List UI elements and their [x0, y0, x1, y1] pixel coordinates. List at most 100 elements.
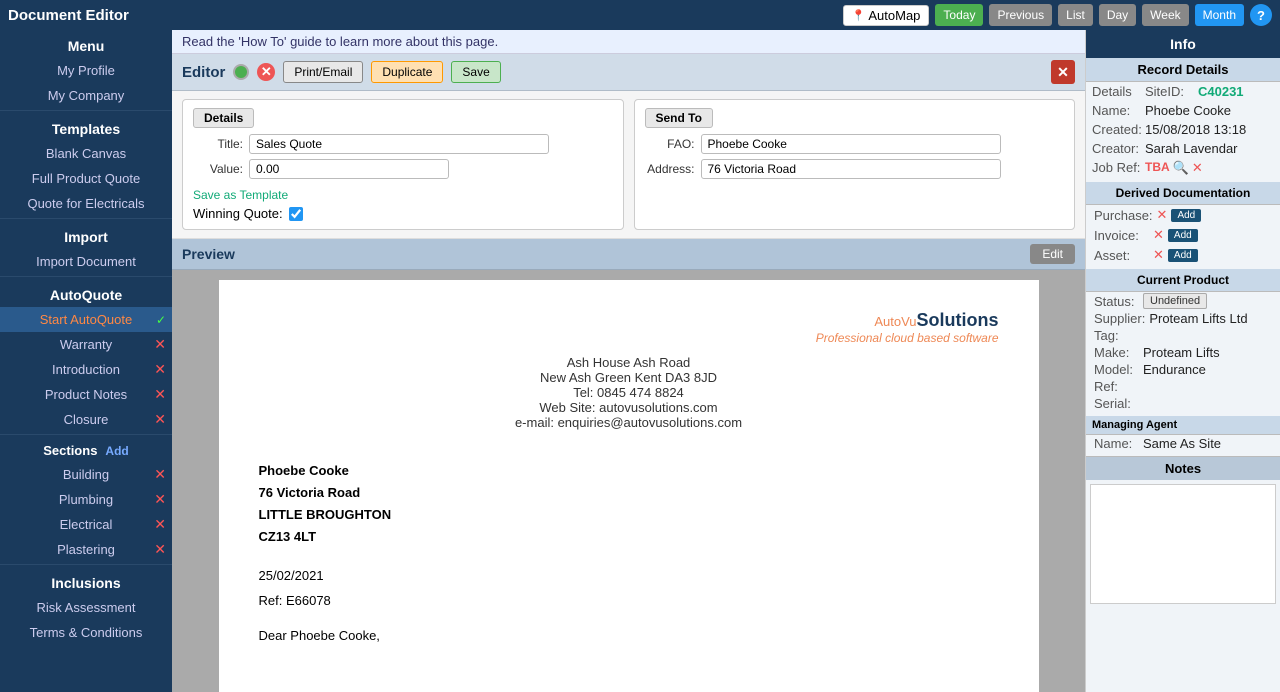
make-value: Proteam Lifts — [1143, 345, 1220, 360]
remove-icon[interactable]: ✕ — [154, 541, 166, 558]
notes-area[interactable] — [1090, 484, 1276, 604]
siteid-label: SiteID: — [1145, 84, 1195, 99]
month-button[interactable]: Month — [1195, 4, 1244, 26]
cancel-icon[interactable]: ✕ — [257, 63, 275, 81]
sidebar-item-blank-canvas[interactable]: Blank Canvas — [0, 141, 172, 166]
remove-icon[interactable]: ✕ — [154, 491, 166, 508]
job-ref-clear-icon[interactable]: ✕ — [1192, 160, 1203, 176]
duplicate-button[interactable]: Duplicate — [371, 61, 443, 83]
preview-label: Preview — [182, 246, 235, 262]
sidebar-item-import-document[interactable]: Import Document — [0, 249, 172, 274]
address-label: Address: — [645, 162, 695, 176]
winning-quote-row: Winning Quote: — [193, 206, 613, 221]
preview-header: Preview Edit — [172, 239, 1085, 270]
address-input[interactable] — [701, 159, 1001, 179]
notes-title: Notes — [1086, 456, 1280, 480]
purchase-add-button[interactable]: Add — [1171, 209, 1201, 222]
divider — [0, 564, 172, 565]
sidebar: Menu My Profile My Company Templates Bla… — [0, 30, 172, 692]
serial-label: Serial: — [1094, 396, 1139, 411]
print-email-button[interactable]: Print/Email — [283, 61, 363, 83]
divider — [0, 218, 172, 219]
preview-scroll[interactable]: AutoVuSolutions Professional cloud based… — [172, 270, 1085, 692]
status-green-dot — [233, 64, 249, 80]
info-panel-header: Info — [1086, 30, 1280, 58]
sidebar-item-my-profile[interactable]: My Profile — [0, 58, 172, 83]
remove-icon[interactable]: ✕ — [154, 411, 166, 428]
help-button[interactable]: ? — [1250, 4, 1272, 26]
templates-title: Templates — [0, 113, 172, 141]
sidebar-item-introduction[interactable]: Introduction ✕ — [0, 357, 172, 382]
asset-add-button[interactable]: Add — [1168, 249, 1198, 262]
creator-value: Sarah Lavendar — [1145, 141, 1238, 156]
created-value: 15/08/2018 13:18 — [1145, 122, 1246, 137]
today-button[interactable]: Today — [935, 4, 983, 26]
sidebar-item-warranty[interactable]: Warranty ✕ — [0, 332, 172, 357]
asset-x-icon[interactable]: ✕ — [1153, 247, 1164, 263]
edit-button[interactable]: Edit — [1030, 244, 1075, 264]
value-input[interactable] — [249, 159, 449, 179]
page-title: Document Editor — [8, 7, 837, 24]
week-button[interactable]: Week — [1142, 4, 1188, 26]
save-button[interactable]: Save — [451, 61, 500, 83]
divider — [0, 276, 172, 277]
save-as-template-link[interactable]: Save as Template — [193, 188, 288, 202]
fao-label: FAO: — [645, 137, 695, 151]
title-input[interactable] — [249, 134, 549, 154]
fao-input[interactable] — [701, 134, 1001, 154]
close-editor-button[interactable]: ✕ — [1051, 60, 1075, 84]
job-ref-search-icon[interactable]: 🔍 — [1173, 160, 1189, 176]
managing-name-value: Same As Site — [1143, 436, 1221, 451]
sidebar-item-plumbing[interactable]: Plumbing ✕ — [0, 487, 172, 512]
recipient-addr2: LITTLE BROUGHTON — [259, 504, 999, 526]
sidebar-item-my-company[interactable]: My Company — [0, 83, 172, 108]
logo-auto-text: AutoVu — [874, 314, 916, 329]
sidebar-item-terms-conditions[interactable]: Terms & Conditions — [0, 620, 172, 645]
status-label: Status: — [1094, 294, 1139, 309]
ref-label: Ref: — [1094, 379, 1139, 394]
sidebar-item-plastering[interactable]: Plastering ✕ — [0, 537, 172, 562]
company-info: Ash House Ash Road New Ash Green Kent DA… — [259, 355, 999, 430]
automap-button[interactable]: 📍 AutoMap — [843, 5, 930, 26]
remove-icon[interactable]: ✕ — [154, 516, 166, 533]
title-label: Title: — [193, 137, 243, 151]
status-value: Undefined — [1143, 293, 1207, 309]
recipient-name: Phoebe Cooke — [259, 460, 999, 482]
remove-icon[interactable]: ✕ — [154, 361, 166, 378]
job-ref-label: Job Ref: — [1092, 160, 1142, 176]
remove-icon[interactable]: ✕ — [154, 386, 166, 403]
purchase-x-icon[interactable]: ✕ — [1157, 207, 1168, 223]
product-row-make: Make: Proteam Lifts — [1086, 344, 1280, 361]
product-row-supplier: Supplier: Proteam Lifts Ltd — [1086, 310, 1280, 327]
product-row-ref: Ref: — [1086, 378, 1280, 395]
sidebar-item-full-product-quote[interactable]: Full Product Quote — [0, 166, 172, 191]
previous-button[interactable]: Previous — [989, 4, 1052, 26]
remove-icon[interactable]: ✕ — [154, 466, 166, 483]
invoice-x-icon[interactable]: ✕ — [1153, 227, 1164, 243]
add-section-link[interactable]: Add — [105, 444, 128, 458]
sidebar-item-electrical[interactable]: Electrical ✕ — [0, 512, 172, 537]
sidebar-item-start-autoquote[interactable]: Start AutoQuote ✓ — [0, 307, 172, 332]
supplier-value: Proteam Lifts Ltd — [1149, 311, 1247, 326]
details-box-title: Details — [193, 108, 254, 128]
record-row-details-siteid: Details SiteID: C40231 — [1086, 82, 1280, 101]
main-layout: Menu My Profile My Company Templates Bla… — [0, 30, 1280, 692]
sidebar-item-closure[interactable]: Closure ✕ — [0, 407, 172, 432]
doc-logo-row: AutoVuSolutions Professional cloud based… — [259, 310, 999, 345]
derived-row-asset: Asset: ✕ Add — [1086, 245, 1280, 265]
winning-quote-checkbox[interactable] — [289, 207, 303, 221]
product-row-status: Status: Undefined — [1086, 292, 1280, 310]
job-ref-value: TBA — [1145, 160, 1170, 176]
day-button[interactable]: Day — [1099, 4, 1136, 26]
company-web: Web Site: autovusolutions.com — [259, 400, 999, 415]
info-hint: Read the 'How To' guide to learn more ab… — [172, 30, 1085, 54]
doc-date: 25/02/2021 — [259, 568, 999, 583]
inclusions-title: Inclusions — [0, 567, 172, 595]
list-button[interactable]: List — [1058, 4, 1093, 26]
remove-icon[interactable]: ✕ — [154, 336, 166, 353]
sidebar-item-building[interactable]: Building ✕ — [0, 462, 172, 487]
sidebar-item-product-notes[interactable]: Product Notes ✕ — [0, 382, 172, 407]
sidebar-item-quote-electricals[interactable]: Quote for Electricals — [0, 191, 172, 216]
sidebar-item-risk-assessment[interactable]: Risk Assessment — [0, 595, 172, 620]
invoice-add-button[interactable]: Add — [1168, 229, 1198, 242]
